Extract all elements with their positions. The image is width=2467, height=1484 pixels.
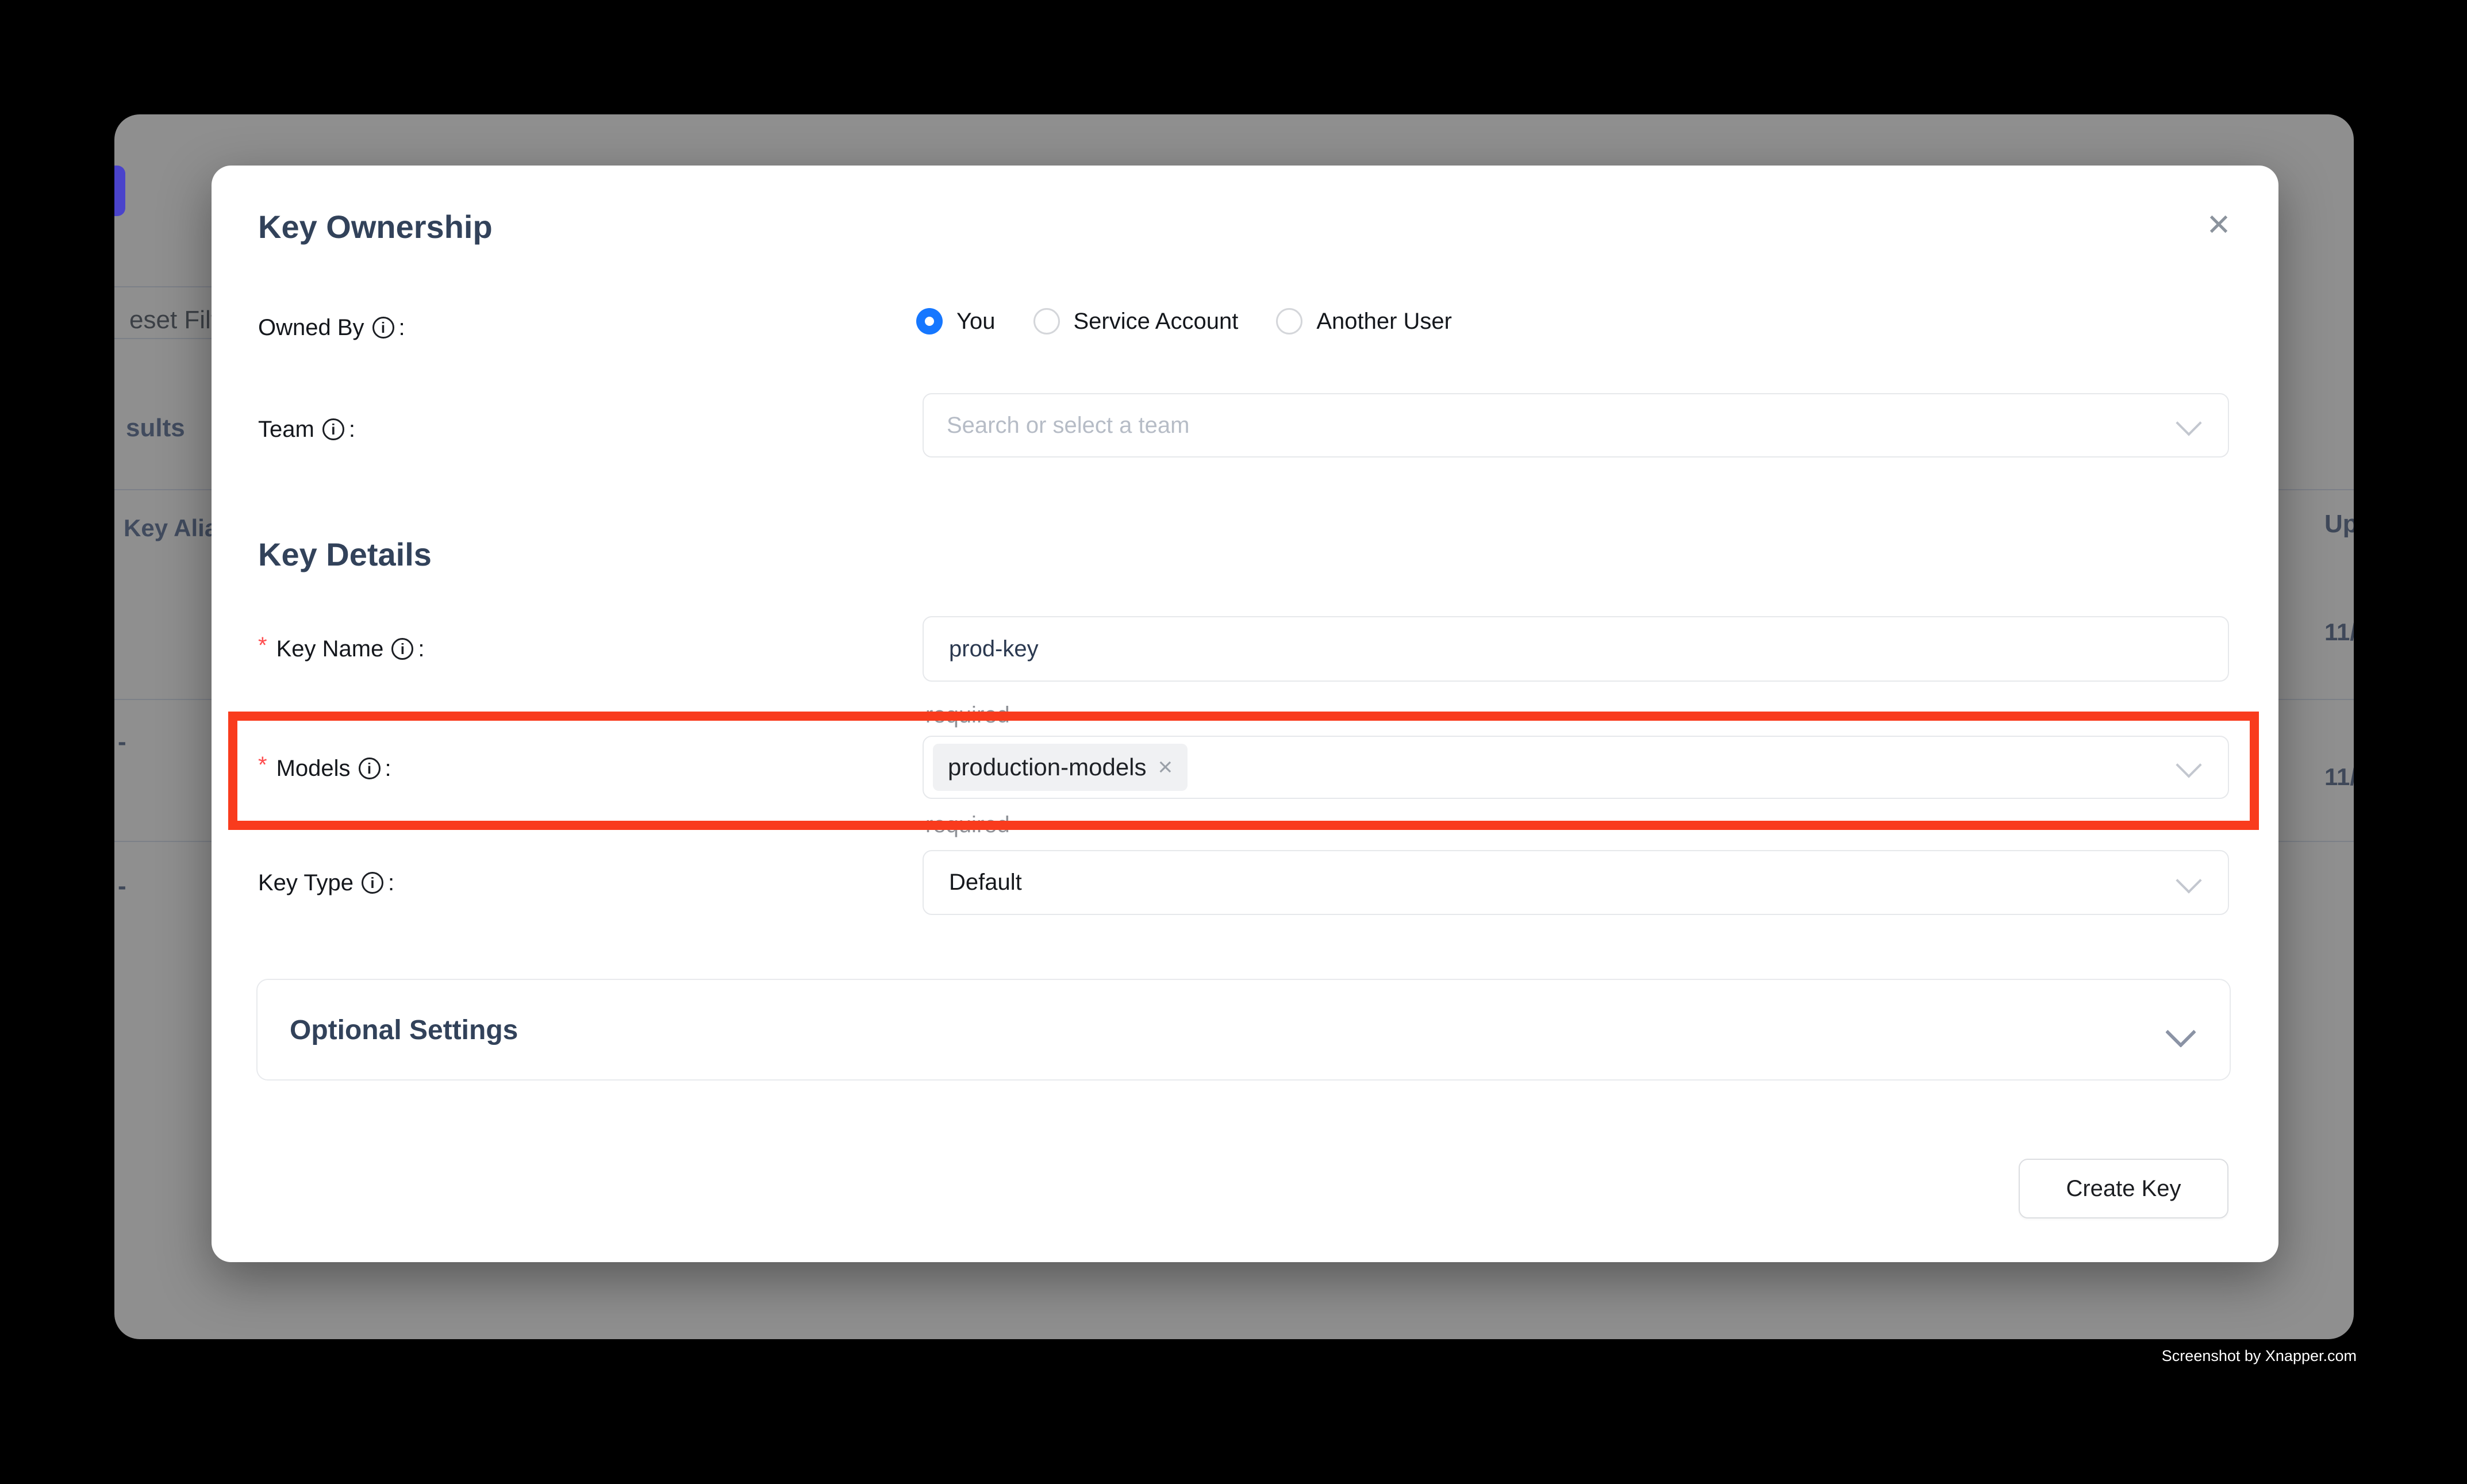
- key-type-label-text: Key Type: [258, 868, 353, 898]
- info-icon[interactable]: i: [362, 872, 383, 894]
- chevron-down-icon[interactable]: [2176, 867, 2201, 893]
- radio-option-service-account[interactable]: Service Account: [1033, 307, 1239, 335]
- owned-by-label-text: Owned By: [258, 313, 364, 343]
- table-row-cell-date: 11/: [2324, 617, 2354, 647]
- required-asterisk: *: [258, 750, 267, 780]
- modal-title: Key Ownership: [258, 209, 493, 245]
- key-name-input[interactable]: prod-key: [923, 616, 2229, 682]
- key-type-label: Key Type i :: [258, 868, 394, 898]
- remove-tag-icon[interactable]: ×: [1158, 755, 1173, 780]
- radio-selected-icon[interactable]: [916, 308, 943, 335]
- info-icon[interactable]: i: [372, 317, 394, 339]
- create-key-button-fragment: [114, 166, 125, 216]
- key-name-value: prod-key: [949, 636, 1039, 662]
- info-icon[interactable]: i: [322, 418, 344, 440]
- column-header-updated: Up: [2324, 509, 2354, 539]
- key-name-validation: required: [925, 701, 1010, 729]
- key-name-label: * Key Name i :: [258, 634, 424, 664]
- watermark: Screenshot by Xnapper.com: [2162, 1346, 2357, 1366]
- key-type-value: Default: [949, 870, 1022, 895]
- colon: :: [385, 753, 391, 783]
- team-select-placeholder: Search or select a team: [947, 413, 1189, 439]
- chevron-down-icon[interactable]: [2176, 410, 2201, 436]
- colon: :: [399, 313, 405, 343]
- team-label: Team i :: [258, 414, 355, 444]
- radio-unselected-icon[interactable]: [1276, 308, 1302, 335]
- key-details-heading: Key Details: [258, 536, 432, 573]
- colon: :: [388, 868, 394, 898]
- create-key-modal: ✕ Key Ownership Owned By i : You Service…: [212, 166, 2278, 1262]
- owned-by-label: Owned By i :: [258, 313, 405, 343]
- required-asterisk: *: [258, 630, 267, 660]
- table-row-cell-dash: -: [118, 871, 126, 901]
- table-row-cell-dash: -: [118, 727, 126, 757]
- owned-by-radio-group: You Service Account Another User: [916, 307, 1452, 335]
- team-label-text: Team: [258, 414, 314, 444]
- models-validation: required: [925, 811, 1010, 839]
- optional-settings-panel[interactable]: Optional Settings: [256, 979, 2231, 1081]
- chevron-down-icon[interactable]: [2165, 1017, 2196, 1048]
- models-select[interactable]: production-models ×: [923, 736, 2229, 799]
- info-icon[interactable]: i: [391, 638, 413, 660]
- table-row-cell-date: 11/: [2324, 762, 2354, 792]
- key-name-label-text: Key Name: [276, 634, 384, 664]
- models-label: * Models i :: [258, 753, 391, 783]
- info-icon[interactable]: i: [359, 758, 381, 779]
- chevron-down-icon[interactable]: [2176, 752, 2201, 778]
- radio-option-you[interactable]: You: [916, 307, 996, 335]
- divider: [114, 338, 212, 339]
- colon: :: [418, 634, 424, 664]
- reset-filters-button-fragment[interactable]: eset Filt: [129, 305, 218, 335]
- create-key-button[interactable]: Create Key: [2019, 1159, 2228, 1218]
- optional-settings-title: Optional Settings: [290, 1012, 518, 1049]
- results-count-fragment: sults: [126, 413, 185, 443]
- model-tag-label: production-models: [948, 753, 1147, 781]
- selected-model-tag: production-models ×: [933, 744, 1188, 791]
- divider: [114, 286, 212, 287]
- column-header-key-alias: Key Alia: [124, 513, 218, 543]
- radio-option-another-user[interactable]: Another User: [1276, 307, 1452, 335]
- radio-label: You: [956, 307, 996, 335]
- close-icon[interactable]: ✕: [2190, 197, 2247, 254]
- key-type-select[interactable]: Default: [923, 850, 2229, 915]
- radio-unselected-icon[interactable]: [1033, 308, 1060, 335]
- models-label-text: Models: [276, 753, 351, 783]
- radio-label: Service Account: [1074, 307, 1239, 335]
- colon: :: [349, 414, 355, 444]
- radio-label: Another User: [1316, 307, 1452, 335]
- team-select[interactable]: Search or select a team: [923, 393, 2229, 457]
